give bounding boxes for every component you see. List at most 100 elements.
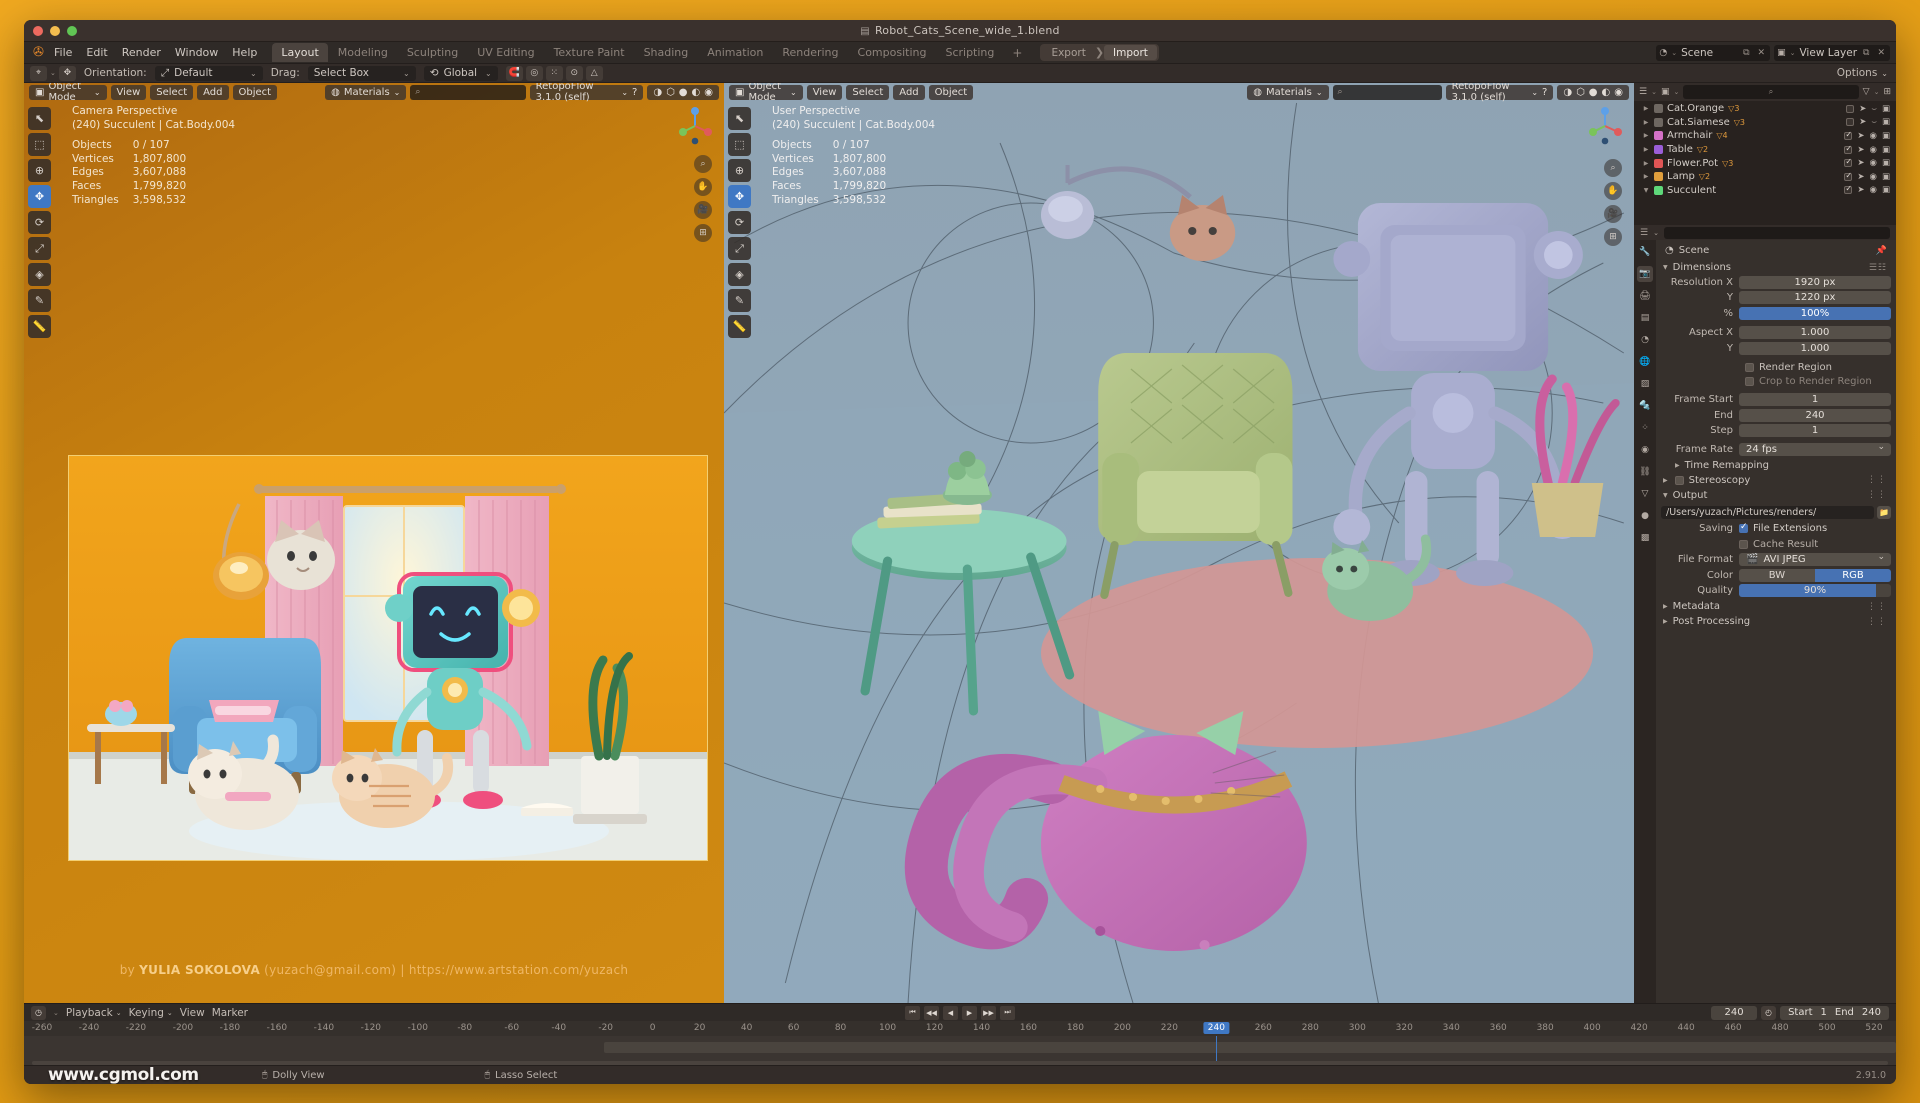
hide-eye-icon[interactable]: ◉ <box>1870 172 1877 182</box>
physics-properties-tab[interactable]: ◉ <box>1637 442 1653 458</box>
tab-modeling[interactable]: Modeling <box>329 43 397 62</box>
frame-start-input[interactable]: 1 <box>1739 393 1891 406</box>
wireframe-shading-icon-right[interactable]: ⬡ <box>1576 87 1585 98</box>
color-rgb-option[interactable]: RGB <box>1815 568 1891 582</box>
display-mode-icon[interactable]: ▣ <box>1661 87 1670 97</box>
navigation-gizmo-right[interactable] <box>1584 105 1626 147</box>
playhead[interactable]: 240 <box>1203 1022 1229 1034</box>
outliner-expand-icon[interactable]: ▶ <box>1642 146 1650 153</box>
tool-annotate[interactable]: ✎ <box>28 289 51 312</box>
dimensions-presets-icon[interactable]: ☰☷ <box>1869 263 1887 273</box>
viewport-menu-view-right[interactable]: View <box>806 84 843 100</box>
rendered-shading-icon-right[interactable]: ◉ <box>1614 87 1623 98</box>
options-menu[interactable]: Options ⌄ <box>1837 67 1888 79</box>
aspect-x-input[interactable]: 1.000 <box>1739 326 1891 339</box>
resolution-percent-input[interactable]: 100% <box>1739 306 1891 320</box>
hide-eye-icon[interactable]: ◉ <box>1870 158 1877 168</box>
zoom-icon-right[interactable]: ⌕ <box>1604 159 1622 177</box>
exclude-checkbox[interactable] <box>1846 104 1855 113</box>
output-path-input[interactable]: /Users/yuzach/Pictures/renders/ <box>1661 505 1874 519</box>
blender-logo-icon[interactable]: ✇ <box>30 45 47 61</box>
resolution-x-input[interactable]: 1920 px <box>1739 275 1891 289</box>
editor-type-chevron-down-icon[interactable]: ⌄ <box>1651 88 1657 96</box>
aspect-y-input[interactable]: 1.000 <box>1739 341 1891 355</box>
menu-window[interactable]: Window <box>168 44 225 61</box>
remove-view-layer-icon[interactable]: ✕ <box>1875 48 1887 58</box>
render-region-row[interactable]: Render Region <box>1661 361 1891 375</box>
disable-render-camera-icon[interactable]: ▣ <box>1882 104 1890 114</box>
snap-magnet-icon[interactable]: 🧲 <box>505 65 523 81</box>
tool-rotate[interactable]: ⟳ <box>28 211 51 234</box>
time-remapping-section[interactable]: ▶ Time Remapping <box>1661 458 1891 473</box>
mode-selector-right[interactable]: ▣ Object Mode ⌄ <box>729 83 803 103</box>
active-tool-icon[interactable]: ⌖ <box>30 65 47 81</box>
rendered-shading-icon-left[interactable]: ◉ <box>704 87 713 98</box>
scene-properties-tab[interactable]: ◔ <box>1637 332 1653 348</box>
outliner-search-input[interactable]: ⌕ <box>1683 85 1859 99</box>
color-mode-toggle[interactable]: BW RGB <box>1739 568 1891 582</box>
viewport-user-perspective[interactable]: ▣ Object Mode ⌄ View Select Add Object ◍… <box>724 83 1634 1003</box>
view-layer-properties-tab[interactable]: ▤ <box>1637 310 1653 326</box>
menu-file[interactable]: File <box>47 44 79 61</box>
snap-target-icon[interactable]: ⊙ <box>565 65 583 81</box>
new-view-layer-icon[interactable]: ⧉ <box>1861 48 1871 58</box>
play-reverse-button[interactable]: ◀ <box>943 1005 958 1020</box>
modifier-properties-tab[interactable]: 🔩 <box>1637 398 1653 414</box>
outliner-row[interactable]: ▶ Lamp▽2 ➤ ◉ ▣ <box>1634 170 1896 184</box>
material-shading-icon-left[interactable]: ◐ <box>692 87 701 98</box>
add-workspace-button[interactable]: + <box>1004 46 1030 60</box>
zoom-icon-left[interactable]: ⌕ <box>694 155 712 173</box>
hide-eye-icon[interactable]: ◉ <box>1870 145 1877 155</box>
tool-measure[interactable]: 📏 <box>28 315 51 338</box>
tool-select-box[interactable]: ⬚ <box>28 133 51 156</box>
exclude-checkbox[interactable] <box>1844 184 1853 195</box>
dimensions-section-header[interactable]: ▼ Dimensions ☰☷ <box>1661 260 1891 275</box>
tab-texture-paint[interactable]: Texture Paint <box>545 43 634 62</box>
orientation-dropdown[interactable]: ⤢ Default ⌄ <box>154 65 263 81</box>
new-collection-icon[interactable]: ⊞ <box>1883 87 1891 97</box>
pivot-point-icon[interactable]: ⁙ <box>545 65 563 81</box>
output-properties-tab[interactable]: 🖨 <box>1637 288 1653 304</box>
display-mode-chevron-down-icon[interactable]: ⌄ <box>1673 88 1679 96</box>
mirror-icon[interactable]: △ <box>585 65 603 81</box>
viewport-menu-select-left[interactable]: Select <box>150 84 194 100</box>
object-properties-tab[interactable]: ▨ <box>1637 376 1653 392</box>
tab-layout[interactable]: Layout <box>272 43 328 62</box>
timeline-menu-playback[interactable]: Playback ⌄ <box>66 1007 122 1019</box>
jump-to-start-button[interactable]: ⏮ <box>905 1005 920 1020</box>
exclude-checkbox[interactable] <box>1844 171 1853 181</box>
file-extensions-checkbox[interactable] <box>1739 522 1748 533</box>
resolution-y-input[interactable]: 1220 px <box>1739 291 1891 304</box>
menu-edit[interactable]: Edit <box>79 44 114 61</box>
timeline-menu-view[interactable]: View <box>180 1007 205 1019</box>
tab-rendering[interactable]: Rendering <box>773 43 847 62</box>
move-tool-icon[interactable]: ✥ <box>58 65 76 81</box>
viewport-menu-object-right[interactable]: Object <box>928 84 974 100</box>
viewport-menu-object-left[interactable]: Object <box>232 84 278 100</box>
solid-shading-icon-right[interactable]: ● <box>1589 87 1598 98</box>
outliner-row[interactable]: ▶ Cat.Siamese ▽3 ➤ ⌣ ▣ <box>1634 116 1896 130</box>
export-button[interactable]: Export <box>1042 47 1094 59</box>
output-section-header[interactable]: ▼ Output ⋮⋮ <box>1661 488 1891 503</box>
horizontal-scrollbar[interactable] <box>32 1061 1888 1065</box>
viewport-menu-add-right[interactable]: Add <box>893 84 925 100</box>
play-button[interactable]: ▶ <box>962 1005 977 1020</box>
retopoflow-right[interactable]: RetopoFlow 3.1.0 (self) ⌄ ? <box>1445 83 1554 103</box>
timeline-menu-keying[interactable]: Keying ⌄ <box>129 1007 173 1019</box>
next-keyframe-button[interactable]: ▶▶ <box>981 1005 996 1020</box>
color-bw-option[interactable]: BW <box>1739 568 1815 582</box>
hide-eye-icon[interactable]: ◉ <box>1870 131 1877 141</box>
hide-eye-icon[interactable]: ⌣ <box>1871 117 1877 127</box>
tool-cursor-right[interactable]: ⊕ <box>728 159 751 182</box>
tab-shading[interactable]: Shading <box>635 43 698 62</box>
properties-search-input[interactable] <box>1663 226 1890 239</box>
tool-rotate-right[interactable]: ⟳ <box>728 211 751 234</box>
shading-toggles-left[interactable]: ◑ ⬡ ● ◐ ◉ <box>647 84 719 100</box>
current-frame-input[interactable]: 240 <box>1711 1005 1758 1020</box>
cache-result-checkbox[interactable] <box>1739 539 1748 549</box>
exclude-checkbox[interactable] <box>1844 130 1853 140</box>
file-extensions-row[interactable]: File Extensions <box>1739 522 1891 534</box>
tool-select-box-right[interactable]: ⬚ <box>728 133 751 156</box>
timeline-editor-type-icon[interactable]: ◷ <box>31 1005 46 1020</box>
menu-help[interactable]: Help <box>225 44 264 61</box>
